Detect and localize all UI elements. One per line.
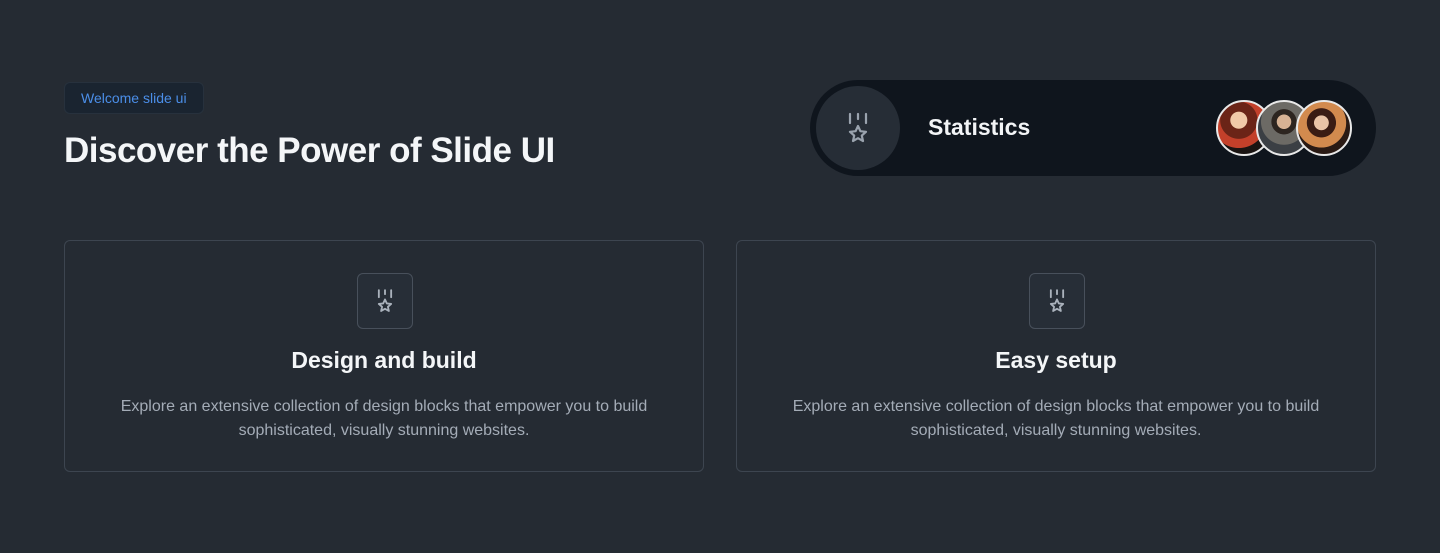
medal-star-icon (848, 112, 868, 143)
page: Welcome slide ui Discover the Power of S… (0, 0, 1440, 553)
feature-card-easy-setup: Easy setup Explore an extensive collecti… (736, 240, 1376, 472)
feature-title: Easy setup (995, 347, 1117, 373)
statistics-icon-circle (816, 86, 900, 170)
feature-description: Explore an extensive collection of desig… (792, 398, 1320, 439)
statistics-label: Statistics (928, 114, 1031, 140)
medal-star-icon (377, 289, 393, 312)
feature-title: Design and build (291, 347, 477, 373)
avatar-group (1216, 100, 1356, 156)
page-title: Discover the Power of Slide UI (64, 131, 555, 170)
feature-icon-box (1029, 273, 1085, 329)
feature-card-design-and-build: Design and build Explore an extensive co… (64, 240, 704, 472)
feature-icon-box (357, 273, 413, 329)
welcome-badge: Welcome slide ui (64, 82, 204, 114)
feature-description: Explore an extensive collection of desig… (120, 398, 648, 439)
statistics-pill[interactable]: Statistics (810, 80, 1376, 176)
avatar (1296, 100, 1352, 156)
medal-star-icon (1049, 289, 1065, 312)
